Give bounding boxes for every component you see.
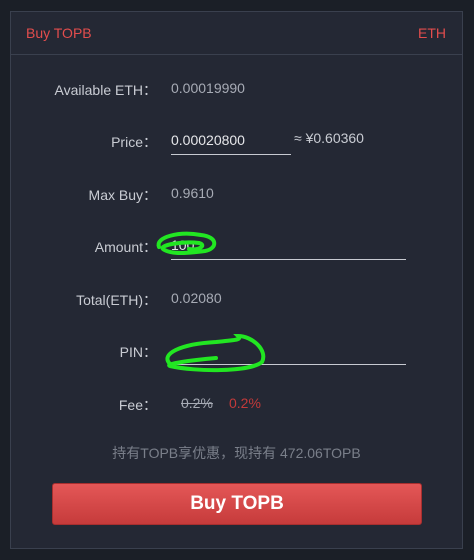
price-input-underline <box>171 154 291 155</box>
total-label: Total(ETH)： <box>76 292 157 308</box>
holding-discount-note: 持有TOPB享优惠，现持有 472.06TOPB <box>112 445 361 461</box>
fee-new-rate: 0.2% <box>229 395 261 411</box>
buy-panel: Buy TOPB ETH Available ETH： 0.00019990 P… <box>10 11 463 549</box>
fee-label: Fee： <box>118 397 157 413</box>
fee-old-rate: 0.2% <box>181 395 213 411</box>
pin-scribble <box>165 333 266 373</box>
available-value: 0.00019990 <box>171 80 245 96</box>
total-value: 0.02080 <box>171 290 222 306</box>
max-buy-value: 0.9610 <box>171 185 214 201</box>
buy-button[interactable]: Buy TOPB <box>52 483 422 525</box>
available-label: Available ETH： <box>54 82 157 98</box>
amount-label: Amount： <box>94 239 157 255</box>
pin-label: PIN： <box>119 344 157 360</box>
header-title: Buy TOPB <box>26 25 92 41</box>
amount-input-underline <box>171 259 406 260</box>
header-currency: ETH <box>418 25 446 41</box>
pin-input-underline <box>171 364 406 365</box>
price-input[interactable]: 0.00020800 <box>171 132 245 148</box>
amount-input[interactable]: 100 <box>171 237 194 253</box>
price-approx: ≈ ¥0.60360 <box>294 130 364 146</box>
max-buy-label: Max Buy： <box>88 187 157 203</box>
price-label: Price： <box>111 134 157 150</box>
panel-header: Buy TOPB ETH <box>11 12 462 55</box>
